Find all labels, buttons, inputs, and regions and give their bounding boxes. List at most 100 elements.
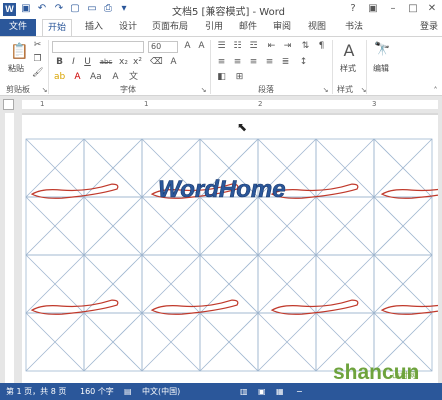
vertical-ruler[interactable] <box>5 113 14 383</box>
read-mode-icon[interactable]: ▥ <box>240 383 248 400</box>
help-icon[interactable]: ? <box>346 2 360 16</box>
line-spacing-icon[interactable]: ↕ <box>298 57 309 68</box>
multilevel-list-icon[interactable]: ☲ <box>248 41 259 52</box>
close-icon[interactable]: ✕ <box>425 2 439 16</box>
justify-icon[interactable]: ≡ <box>264 57 275 68</box>
tab-references[interactable]: 引用 <box>200 19 228 36</box>
decrease-indent-icon[interactable]: ⇤ <box>266 41 277 52</box>
mouse-cursor-icon: ⬉ <box>237 120 248 134</box>
divider <box>366 40 367 94</box>
distributed-icon[interactable]: ≣ <box>280 57 291 68</box>
group-font: 字体 <box>120 85 136 94</box>
bullets-icon[interactable]: ☰ <box>216 41 227 52</box>
font-color-icon[interactable]: A <box>72 72 83 83</box>
ruler-tick: 3 <box>372 100 377 108</box>
ruler-tick: 1 <box>40 100 45 108</box>
wordart-text[interactable]: WordHome <box>158 176 286 204</box>
undo-icon[interactable]: ↶ <box>36 3 48 15</box>
tab-selector[interactable] <box>3 99 14 110</box>
language[interactable]: 中文(中国) <box>142 383 180 400</box>
print-icon[interactable]: ⎙ <box>102 3 114 15</box>
ribbon-display-icon[interactable]: ▣ <box>366 2 380 16</box>
numbering-icon[interactable]: ☷ <box>232 41 243 52</box>
paste-icon[interactable]: 📋 <box>10 41 29 61</box>
align-left-icon[interactable]: ≡ <box>216 57 227 68</box>
print-layout-icon[interactable]: ▣ <box>258 383 266 400</box>
tab-review[interactable]: 审阅 <box>268 19 296 36</box>
word-app-icon[interactable]: W <box>3 3 16 16</box>
minimize-icon[interactable]: – <box>386 2 400 16</box>
phonetic-icon[interactable]: 文 <box>128 72 139 83</box>
page-count[interactable]: 第 1 页，共 8 页 <box>6 383 66 400</box>
maximize-icon[interactable]: □ <box>406 2 420 16</box>
save-icon[interactable]: ▣ <box>20 3 32 15</box>
align-center-icon[interactable]: ≡ <box>232 57 243 68</box>
redo-icon[interactable]: ↷ <box>53 3 65 15</box>
brush-stroke <box>30 299 119 315</box>
open-icon[interactable]: ▭ <box>86 3 98 15</box>
shrink-font-icon[interactable]: A <box>196 41 207 52</box>
word-count[interactable]: 160 个字 <box>80 383 114 400</box>
paragraph-launcher-icon[interactable]: ↘ <box>320 85 331 96</box>
brush-stroke <box>380 304 438 315</box>
brush-stroke <box>30 183 119 199</box>
increase-indent-icon[interactable]: ⇥ <box>282 41 293 52</box>
subscript-icon[interactable]: x₂ <box>118 57 129 68</box>
proofing-icon[interactable]: ▤ <box>124 383 132 400</box>
calligraphy-grid: WordHome <box>25 138 438 372</box>
styles-label[interactable]: 样式 <box>340 63 356 74</box>
borders-icon[interactable]: ⊞ <box>234 72 245 83</box>
horizontal-ruler[interactable]: 1 1 2 3 <box>22 100 438 109</box>
superscript-icon[interactable]: x² <box>132 57 143 68</box>
align-right-icon[interactable]: ≡ <box>248 57 259 68</box>
clear-format-icon[interactable]: ⌫ <box>150 57 163 68</box>
brush-stroke <box>380 188 438 199</box>
font-size-combo[interactable]: 60 <box>148 41 178 53</box>
divider <box>210 40 211 94</box>
watermark-sub: 山村网 <box>392 371 416 380</box>
font-launcher-icon[interactable]: ↘ <box>198 85 209 96</box>
zoom-out-icon[interactable]: − <box>296 383 303 400</box>
collapse-ribbon-icon[interactable]: ˄ <box>430 85 441 96</box>
tab-design[interactable]: 设计 <box>114 19 142 36</box>
copy-icon[interactable]: ❐ <box>32 54 43 65</box>
web-layout-icon[interactable]: ▦ <box>276 383 284 400</box>
tab-page-layout[interactable]: 页面布局 <box>148 19 192 36</box>
group-styles: 样式 <box>337 85 353 94</box>
shading-icon[interactable]: ◧ <box>216 72 227 83</box>
font-name-combo[interactable] <box>52 41 144 53</box>
tab-view[interactable]: 视图 <box>302 19 332 36</box>
tab-home[interactable]: 开始 <box>42 19 72 36</box>
highlight-icon[interactable]: ab <box>54 72 65 83</box>
bold-icon[interactable]: B <box>54 57 65 68</box>
brush-stroke <box>150 299 239 315</box>
italic-icon[interactable]: I <box>68 57 79 68</box>
tab-mailings[interactable]: 邮件 <box>234 19 262 36</box>
strikethrough-icon[interactable]: abc <box>98 57 114 68</box>
format-painter-icon[interactable]: 🖌 <box>32 68 43 79</box>
find-icon[interactable]: 🔭 <box>374 41 390 59</box>
ribbon-tabs: 文件 开始 插入 设计 页面布局 引用 邮件 审阅 视图 书法 登录 <box>0 19 442 36</box>
editing-label[interactable]: 编辑 <box>373 63 389 74</box>
group-paragraph: 段落 <box>258 85 274 94</box>
tab-file[interactable]: 文件 <box>0 19 36 36</box>
new-doc-icon[interactable]: ▢ <box>69 3 81 15</box>
styles-icon[interactable]: A <box>340 41 358 61</box>
tab-insert[interactable]: 插入 <box>80 19 108 36</box>
char-shading-icon[interactable]: A <box>110 72 121 83</box>
cut-icon[interactable]: ✂ <box>32 40 43 51</box>
paste-label[interactable]: 粘贴 <box>8 63 24 74</box>
divider <box>332 40 333 94</box>
login-link[interactable]: 登录 <box>420 19 438 36</box>
change-case-icon[interactable]: Aa <box>90 72 102 83</box>
underline-icon[interactable]: U <box>82 57 93 68</box>
grow-font-icon[interactable]: A <box>182 41 193 52</box>
text-effects-icon[interactable]: A <box>168 57 179 68</box>
show-marks-icon[interactable]: ¶ <box>316 41 327 52</box>
sort-icon[interactable]: ⇅ <box>300 41 311 52</box>
tab-calligraphy[interactable]: 书法 <box>340 19 368 36</box>
ruler-tick: 1 <box>144 100 149 108</box>
customize-icon[interactable]: ▾ <box>118 3 130 15</box>
styles-launcher-icon[interactable]: ↘ <box>358 85 369 96</box>
document-page[interactable]: WordHome ⬉ <box>22 115 438 383</box>
